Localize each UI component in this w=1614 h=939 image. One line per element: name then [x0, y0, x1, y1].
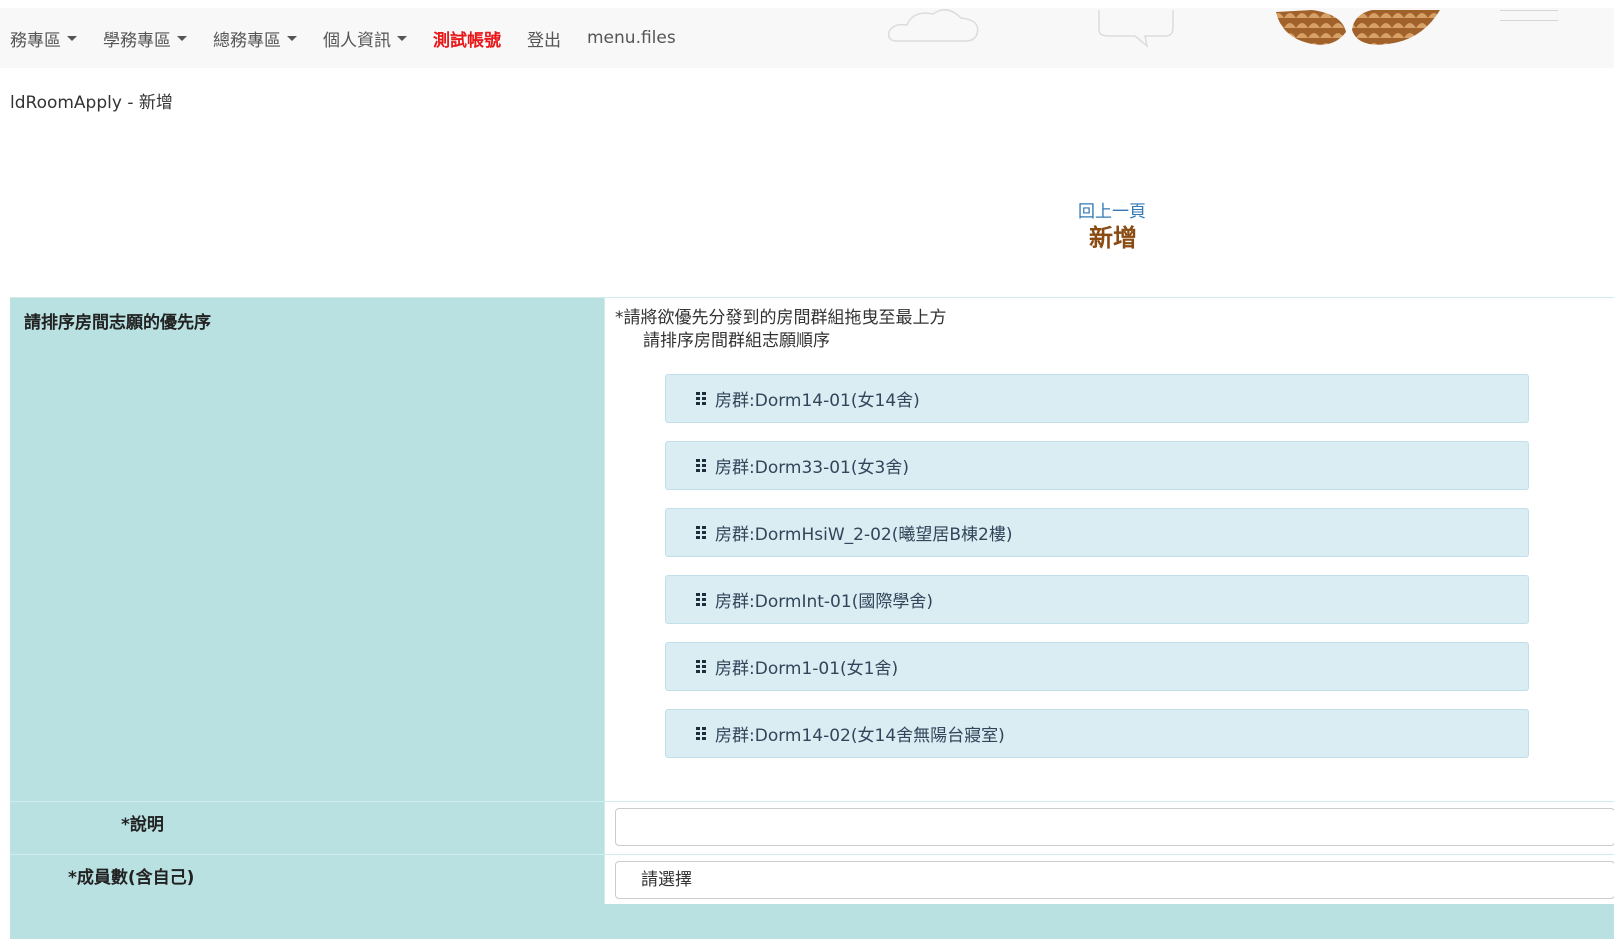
nav-item-personal-info[interactable]: 個人資訊	[323, 26, 407, 51]
drag-handle-icon[interactable]	[696, 659, 707, 674]
description-input[interactable]	[615, 808, 1614, 846]
drag-handle-icon[interactable]	[696, 592, 707, 607]
nav-item-label: 登出	[527, 30, 561, 51]
caret-down-icon	[177, 35, 187, 41]
page-title: 新增	[1089, 224, 1137, 252]
room-group-label: 房群:Dorm33-01(女3舍)	[715, 458, 909, 478]
form-row-member-count: *成員數(含自己) 請選擇	[10, 854, 1614, 908]
room-group-item[interactable]: 房群:DormInt-01(國際學舍)	[665, 575, 1529, 624]
cloud-icon	[887, 9, 979, 42]
member-count-select[interactable]: 請選擇	[615, 861, 1614, 899]
drag-handle-icon[interactable]	[696, 726, 707, 741]
room-group-item[interactable]: 房群:Dorm14-01(女14舍)	[665, 374, 1529, 423]
caret-down-icon	[67, 35, 77, 41]
drag-handle-icon[interactable]	[696, 458, 707, 473]
hamburger-menu-icon[interactable]	[1500, 8, 1560, 38]
nav-item-test-account[interactable]: 測試帳號	[433, 26, 501, 51]
logo-icon	[1276, 10, 1440, 45]
next-form-row	[10, 904, 1614, 939]
room-group-label: 房群:Dorm14-01(女14舍)	[715, 391, 920, 411]
nav-item-label: 總務專區	[213, 30, 281, 51]
speech-bubble-icon	[1098, 10, 1174, 48]
preference-label: 請排序房間志願的優先序	[10, 298, 605, 801]
room-group-label: 房群:DormHsiW_2-02(曦望居B棟2樓)	[715, 525, 1013, 545]
caret-down-icon	[397, 35, 407, 41]
nav-item-menu-files[interactable]: menu.files	[587, 28, 676, 48]
form-row-description: *說明	[10, 801, 1614, 854]
room-group-item[interactable]: 房群:Dorm14-02(女14舍無陽台寢室)	[665, 709, 1529, 758]
nav-item-logout[interactable]: 登出	[527, 26, 561, 51]
nav-item-label: 個人資訊	[323, 30, 391, 51]
member-count-label: *成員數(含自己)	[68, 868, 195, 888]
description-label-cell: *說明	[10, 802, 605, 854]
nav-item-label: 測試帳號	[433, 30, 501, 51]
drag-handle-icon[interactable]	[696, 525, 707, 540]
preference-cell: *請將欲優先分發到的房間群組拖曳至最上方 請排序房間群組志願順序 房群:Dorm…	[605, 298, 1614, 801]
description-label: *說明	[121, 815, 164, 835]
room-group-item[interactable]: 房群:Dorm33-01(女3舍)	[665, 441, 1529, 490]
room-group-label: 房群:DormInt-01(國際學舍)	[715, 592, 933, 612]
room-group-label: 房群:Dorm1-01(女1舍)	[715, 659, 899, 679]
description-cell	[605, 802, 1614, 854]
nav-item-affairs[interactable]: 務專區	[10, 26, 77, 51]
member-count-cell: 請選擇	[605, 855, 1614, 907]
apply-form: 請排序房間志願的優先序 *請將欲優先分發到的房間群組拖曳至最上方 請排序房間群組…	[10, 297, 1614, 908]
caret-down-icon	[287, 35, 297, 41]
nav-item-label: 學務專區	[103, 30, 171, 51]
instruction-sub: 請排序房間群組志願順序	[643, 331, 830, 351]
member-count-label-cell: *成員數(含自己)	[10, 855, 605, 907]
form-row-preference: 請排序房間志願的優先序 *請將欲優先分發到的房間群組拖曳至最上方 請排序房間群組…	[10, 297, 1614, 801]
nav-menu: 務專區 學務專區 總務專區 個人資訊 測試帳號 登出 menu.files	[10, 8, 702, 68]
nav-item-student-affairs[interactable]: 學務專區	[103, 26, 187, 51]
breadcrumb: ldRoomApply - 新增	[10, 93, 173, 113]
room-group-item[interactable]: 房群:DormHsiW_2-02(曦望居B棟2樓)	[665, 508, 1529, 557]
room-group-item[interactable]: 房群:Dorm1-01(女1舍)	[665, 642, 1529, 691]
top-navbar: 務專區 學務專區 總務專區 個人資訊 測試帳號 登出 menu.files	[0, 8, 1614, 68]
room-group-sortable-list[interactable]: 房群:Dorm14-01(女14舍) 房群:Dorm33-01(女3舍) 房群:Do…	[665, 374, 1529, 776]
instructions: *請將欲優先分發到的房間群組拖曳至最上方 請排序房間群組志願順序	[615, 307, 947, 353]
drag-handle-icon[interactable]	[696, 391, 707, 406]
nav-item-general-affairs[interactable]: 總務專區	[213, 26, 297, 51]
nav-item-label: menu.files	[587, 28, 676, 48]
room-group-label: 房群:Dorm14-02(女14舍無陽台寢室)	[715, 726, 1005, 746]
instruction-main: *請將欲優先分發到的房間群組拖曳至最上方	[615, 308, 947, 328]
nav-item-label: 務專區	[10, 30, 61, 51]
